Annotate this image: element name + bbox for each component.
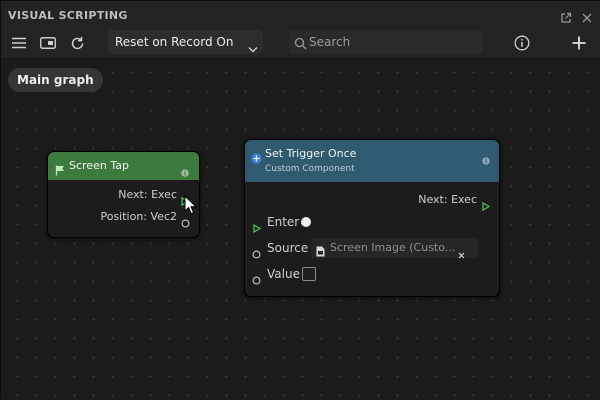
position-output-label: Position: Vec2 [100,210,177,223]
close-icon[interactable] [581,9,593,23]
node-info-icon[interactable] [181,162,189,181]
toolbar: Reset on Record On [1,29,600,57]
set-trigger-subtitle: Custom Component [265,164,355,174]
source-object-value: Screen Image (Custo... [330,241,456,254]
source-input-label: Source [267,241,309,255]
reset-mode-dropdown[interactable]: Reset on Record On [108,30,263,54]
reset-mode-value: Reset on Record On [115,35,234,49]
component-icon [251,149,262,168]
file-image-icon [316,242,325,261]
clear-source-icon[interactable] [458,244,465,263]
set-trigger-header[interactable]: Set Trigger Once Custom Component [245,140,499,182]
screen-tap-node[interactable]: Screen Tap Next: Exec Position: Vec2 [47,151,200,238]
search-input[interactable] [309,33,477,51]
window-title: VISUAL SCRIPTING [8,9,128,22]
value-input-label: Value [267,267,300,281]
value-checkbox[interactable] [302,267,316,281]
mouse-cursor-icon [184,194,198,219]
search-box[interactable] [289,30,483,54]
set-trigger-once-node[interactable]: Set Trigger Once Custom Component Next: … [244,139,500,297]
hamburger-icon[interactable] [9,33,29,53]
screen-tap-header[interactable]: Screen Tap [48,152,199,180]
graph-breadcrumb[interactable]: Main graph [8,68,103,92]
node-info-icon[interactable] [482,150,490,169]
popout-icon[interactable] [560,9,572,23]
info-icon[interactable] [512,33,532,53]
plus-icon[interactable] [569,33,589,53]
enter-trigger-button[interactable] [301,217,311,227]
screen-tap-title: Screen Tap [69,159,129,172]
search-icon [294,35,307,54]
flag-icon [55,161,65,180]
chevron-down-icon [248,38,258,57]
source-in-port[interactable] [252,244,261,263]
exec-in-port[interactable] [253,218,262,237]
set-trigger-title: Set Trigger Once [265,147,357,160]
next-exec-output-label: Next: Exec [418,193,477,206]
next-exec-output-label: Next: Exec [118,188,177,201]
exec-out-port[interactable] [482,196,491,215]
visual-scripting-panel: VISUAL SCRIPTING Reset on Record On Sear… [0,0,600,400]
source-object-field[interactable]: Screen Image (Custo... [311,238,478,261]
panel-layout-icon[interactable] [38,33,58,53]
title-bar: VISUAL SCRIPTING [1,1,600,29]
refresh-icon[interactable] [67,33,87,53]
value-in-port[interactable] [252,270,261,289]
enter-input-label: Enter [267,215,300,229]
